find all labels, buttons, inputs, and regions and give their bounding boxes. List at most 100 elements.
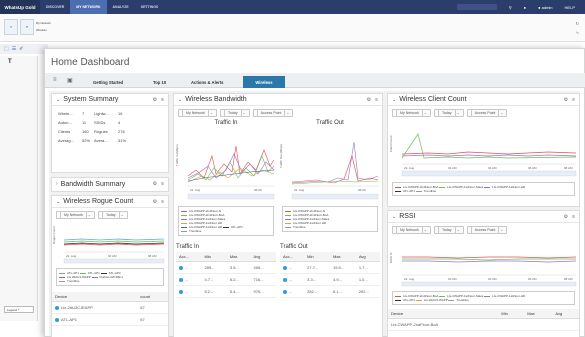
legend-item[interactable]: Trendline — [59, 279, 79, 283]
gear-icon[interactable]: ⚙ — [367, 97, 371, 103]
brand-logo[interactable]: WhatsUp Gold — [0, 0, 40, 14]
summary-value[interactable]: 160 — [82, 129, 94, 134]
panel-menu-icon[interactable]: ≡ — [161, 199, 164, 205]
panel-menu-icon[interactable]: ≡ — [572, 97, 575, 103]
table-row[interactable]: ... 3.3... 4.9... 1.0... — [280, 273, 380, 286]
table-row[interactable]: ... 27.7... 19.5... 1.7... — [280, 261, 380, 274]
user-menu[interactable]: ● admin — [538, 5, 552, 10]
summary-value[interactable]: 31% — [118, 138, 128, 143]
legend-item[interactable]: Lts-26AU3-WAPP — [415, 298, 448, 302]
panel-menu-icon[interactable]: ≡ — [161, 181, 164, 187]
global-search-input[interactable] — [456, 4, 497, 10]
tab-getting-started[interactable]: Getting Started — [87, 76, 129, 88]
column-header[interactable]: Max — [329, 252, 356, 262]
network-filter[interactable]: My Network ⌄ — [392, 109, 431, 117]
legend-item[interactable]: Lts-CWAPP-1stFloor-HR — [484, 294, 525, 298]
summary-value[interactable]: 52% — [82, 138, 94, 143]
ap-filter[interactable]: Access Point ⌄ — [466, 109, 508, 117]
date-filter[interactable]: Today ⌄ — [434, 109, 464, 117]
range-navigator[interactable] — [401, 281, 577, 287]
summary-value[interactable]: 11 — [82, 120, 94, 125]
column-header[interactable]: Device — [52, 292, 138, 302]
ribbon-item-my-network[interactable]: My Network — [36, 20, 51, 27]
table-row[interactable]: ... 282... 6.1... 292... — [280, 285, 380, 298]
search-icon[interactable]: ⚲ — [509, 5, 512, 10]
menu-icon[interactable]: ≡ — [53, 77, 57, 83]
panel-menu-icon[interactable]: ≡ — [375, 97, 378, 103]
column-header[interactable]: count — [137, 292, 168, 302]
legend-item[interactable]: Trendline — [448, 298, 469, 302]
ap-filter[interactable]: Access Point ⌄ — [466, 226, 508, 234]
column-header[interactable]: Min — [498, 309, 525, 319]
column-header[interactable]: Avg — [552, 309, 579, 319]
nav-my-network[interactable]: MY NETWORK — [70, 0, 107, 14]
ribbon-item-wireless[interactable]: Wireless — [36, 27, 51, 34]
ribbon-layout-button[interactable]: ☰ — [20, 19, 34, 35]
legend-item[interactable]: Trendline — [415, 189, 436, 193]
tab-actions-alerts[interactable]: Actions & Alerts — [185, 76, 229, 88]
summary-value[interactable]: 276 — [118, 129, 128, 134]
column-header[interactable]: Min — [304, 252, 330, 262]
table-row[interactable]: Ltx-CWAPP-2ndFloor-BoA — [388, 318, 579, 331]
help-link[interactable]: HELP — [565, 5, 575, 10]
range-navigator[interactable] — [63, 258, 165, 264]
collapse-icon[interactable]: ⌄ — [392, 214, 396, 220]
collapse-icon[interactable]: ⌄ — [56, 199, 60, 205]
collapse-icon[interactable]: ⌄ — [56, 97, 60, 103]
nav-discover[interactable]: DISCOVER — [40, 0, 70, 14]
legend-item[interactable]: ATL-AP1 — [395, 189, 415, 193]
gear-icon[interactable]: ⚙ — [153, 97, 157, 103]
network-filter[interactable]: My Network ⌄ — [56, 211, 95, 219]
table-row[interactable]: Ltx-26U3CJEAPP 67 — [52, 301, 168, 314]
tab-wireless[interactable]: Wireless — [243, 76, 285, 88]
legend-button[interactable]: Legend ^ — [4, 306, 34, 313]
table-row[interactable]: ... 4.7... 6.2... 716... — [176, 273, 276, 286]
network-filter[interactable]: My Network ⌄ — [392, 226, 431, 234]
gear-icon[interactable]: ⚙ — [564, 214, 568, 220]
date-filter[interactable]: Today ⌄ — [98, 211, 128, 219]
table-row[interactable]: ATL-AP1 67 — [52, 313, 168, 326]
ribbon-map-button[interactable]: ☷ — [4, 19, 18, 35]
legend-item[interactable]: Lts-CWAPP-1stFloor-HR — [484, 185, 525, 189]
panel-menu-icon[interactable]: ≡ — [161, 97, 164, 103]
network-filter[interactable]: My Network ⌄ — [178, 109, 217, 117]
link-tool-icon[interactable]: ☰ — [12, 46, 16, 52]
panel-menu-icon[interactable]: ≡ — [572, 214, 575, 220]
notification-icon[interactable]: ● — [524, 5, 526, 10]
gear-icon[interactable]: ⚙ — [153, 199, 157, 205]
gear-icon[interactable]: ⚙ — [153, 181, 157, 187]
image-icon[interactable]: ▣ — [67, 77, 73, 84]
collapse-icon[interactable]: ⌄ — [178, 97, 182, 103]
table-row[interactable]: ... 5.2... 5.4... 976... — [176, 285, 276, 298]
pulse-icon[interactable]: ∿ — [576, 28, 579, 37]
summary-value[interactable]: 16 — [118, 111, 128, 116]
date-filter[interactable]: Today ⌄ — [220, 109, 250, 117]
table-row[interactable]: ... 289... 3.5... 455... — [176, 261, 276, 274]
column-header[interactable]: Min — [201, 252, 227, 262]
column-header[interactable]: Acc... — [176, 252, 202, 262]
legend-item[interactable]: Trendline — [285, 225, 375, 229]
gear-icon[interactable]: ⚙ — [564, 97, 568, 103]
text-tool[interactable]: T — [8, 59, 12, 65]
ap-filter[interactable]: Access Point ⌄ — [252, 109, 294, 117]
legend-item[interactable]: Lts-CWAPP-1stFloor-Sales — [439, 185, 483, 189]
legend-item[interactable]: ATL-AP1 — [395, 298, 415, 302]
column-header[interactable]: Avg — [355, 252, 380, 262]
column-header[interactable]: Max — [524, 309, 553, 319]
range-navigator[interactable] — [401, 170, 577, 177]
column-header[interactable]: Acc... — [280, 252, 305, 262]
expand-icon[interactable]: › — [56, 181, 58, 187]
range-navigator[interactable] — [187, 193, 275, 200]
pen-tool-icon[interactable]: ✐ — [19, 46, 23, 52]
range-navigator[interactable] — [291, 193, 379, 200]
date-filter[interactable]: Today ⌄ — [434, 226, 464, 234]
summary-value[interactable]: 4 — [118, 120, 128, 125]
column-header[interactable]: Max — [226, 252, 251, 262]
tab-top-10[interactable]: Top 10 — [147, 76, 172, 88]
refresh-icon[interactable]: ↻ — [576, 19, 579, 28]
column-header[interactable]: Device — [388, 309, 499, 319]
nav-settings[interactable]: SETTINGS — [135, 0, 165, 14]
column-header[interactable]: Avg — [250, 252, 276, 262]
legend-item[interactable]: Trendline — [181, 229, 271, 233]
legend-item[interactable]: Durban 22CRM-1 — [91, 275, 123, 279]
